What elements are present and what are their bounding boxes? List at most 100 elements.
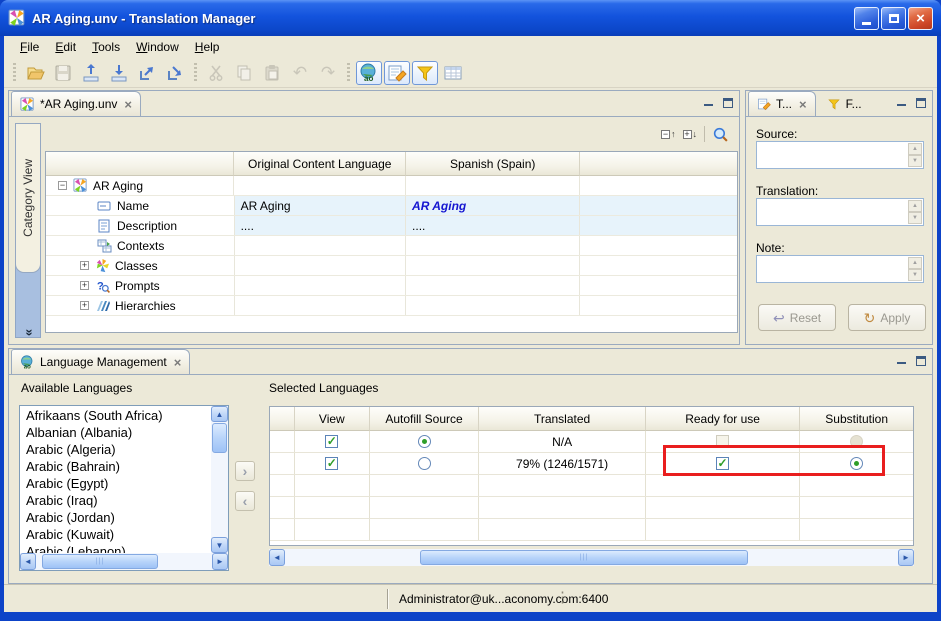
translation-editor-button[interactable] [384, 61, 410, 85]
source-field[interactable]: ▲ ▼ [756, 141, 924, 169]
cell-spanish-translated[interactable]: AR Aging [406, 196, 580, 215]
copy-button[interactable] [231, 61, 257, 85]
undo-button[interactable]: ↶ [287, 61, 313, 85]
substitution-radio[interactable] [850, 457, 863, 470]
import-translations-button[interactable] [106, 61, 132, 85]
apply-button[interactable]: ↻ Apply [848, 304, 926, 331]
export-translations-button[interactable] [78, 61, 104, 85]
col-header-spanish[interactable]: Spanish (Spain) [406, 152, 581, 176]
scroll-up-icon[interactable]: ▲ [908, 200, 922, 212]
scroll-left-icon[interactable]: ◄ [269, 549, 285, 566]
expand-toggle-icon[interactable]: + [80, 301, 89, 310]
horizontal-scrollbar[interactable]: ◄ ► [20, 553, 228, 570]
open-button[interactable] [22, 61, 48, 85]
language-row-1[interactable]: N/A [270, 431, 913, 453]
reset-button[interactable]: ↩ Reset [758, 304, 836, 331]
tab-text-editor[interactable]: T... × [748, 91, 816, 116]
cell-original[interactable] [234, 176, 406, 195]
expand-all-button[interactable]: + ↓ [683, 130, 698, 139]
substitution-radio[interactable] [850, 435, 863, 448]
view-maximize-icon[interactable] [723, 98, 733, 108]
tree-row-hierarchies[interactable]: + Hierarchies [46, 296, 737, 316]
view-maximize-icon[interactable] [916, 356, 926, 366]
cell-spanish[interactable] [406, 236, 580, 255]
list-item[interactable]: Arabic (Iraq) [20, 492, 211, 509]
col-header-translated[interactable]: Translated [479, 407, 645, 431]
tab-language-management[interactable]: ao Language Management × [11, 349, 190, 374]
cell-spanish[interactable] [406, 276, 580, 295]
list-item[interactable]: Arabic (Kuwait) [20, 526, 211, 543]
view-minimize-icon[interactable] [897, 356, 908, 366]
cell-spanish[interactable] [406, 296, 580, 315]
scroll-down-icon[interactable]: ▼ [908, 155, 922, 167]
scroll-up-icon[interactable]: ▲ [908, 143, 922, 155]
menu-file[interactable]: File [12, 37, 47, 57]
tree-row-name[interactable]: Name AR Aging AR Aging [46, 196, 737, 216]
remove-language-button[interactable]: ‹ [235, 491, 255, 511]
menu-help[interactable]: Help [187, 37, 228, 57]
collapse-all-button[interactable]: − ↑ [661, 130, 676, 139]
tree-row-prompts[interactable]: + ? Prompts [46, 276, 737, 296]
tab-close-icon[interactable]: × [799, 97, 807, 112]
scroll-right-icon[interactable]: ► [898, 549, 914, 566]
list-item[interactable]: Albanian (Albania) [20, 424, 211, 441]
maximize-button[interactable] [881, 7, 906, 30]
scroll-right-icon[interactable]: ► [212, 553, 228, 570]
scroll-left-icon[interactable]: ◄ [20, 553, 36, 570]
list-item[interactable]: Arabic (Algeria) [20, 441, 211, 458]
cell-spanish[interactable]: .... [406, 216, 580, 235]
cell-spanish[interactable] [406, 176, 580, 195]
col-header-original[interactable]: Original Content Language [234, 152, 406, 176]
scrollbar-thumb[interactable] [212, 423, 227, 453]
expand-toggle-icon[interactable]: + [80, 261, 89, 270]
ready-for-use-checkbox[interactable] [716, 435, 729, 448]
col-header-ready-for-use[interactable]: Ready for use [646, 407, 801, 431]
close-button[interactable]: × [908, 7, 933, 30]
toolbar-grip[interactable] [194, 63, 197, 83]
view-checkbox[interactable] [325, 457, 338, 470]
col-header-item[interactable] [46, 152, 234, 176]
tree-row-classes[interactable]: + Classes [46, 256, 737, 276]
tab-close-icon[interactable]: × [124, 97, 132, 112]
autofill-source-radio[interactable] [418, 457, 431, 470]
language-management-button[interactable]: ao [356, 61, 382, 85]
cell-original[interactable] [235, 236, 406, 255]
search-icon[interactable] [712, 126, 729, 143]
list-item[interactable]: Arabic (Bahrain) [20, 458, 211, 475]
expand-toggle-icon[interactable]: + [80, 281, 89, 290]
language-row-2[interactable]: 79% (1246/1571) [270, 453, 913, 475]
ready-for-use-checkbox[interactable] [716, 457, 729, 470]
cell-view-button[interactable] [440, 61, 466, 85]
list-item[interactable]: Afrikaans (South Africa) [20, 407, 211, 424]
cell-original[interactable]: .... [235, 216, 406, 235]
filter-button[interactable] [412, 61, 438, 85]
tree-row-description[interactable]: Description .... .... [46, 216, 737, 236]
cell-original[interactable] [235, 256, 406, 275]
tree-row-ar-aging[interactable]: − AR Aging [46, 176, 737, 196]
vertical-scrollbar[interactable]: ▲ ▼ [211, 406, 228, 553]
col-header-substitution[interactable]: Substitution [800, 407, 913, 431]
editor-tab-ar-aging[interactable]: *AR Aging.unv × [11, 91, 141, 116]
list-item[interactable]: Arabic (Lebanon) [20, 543, 211, 553]
view-minimize-icon[interactable] [897, 98, 908, 108]
view-checkbox[interactable] [325, 435, 338, 448]
collapse-chevron-icon[interactable]: « [21, 320, 36, 346]
cell-original[interactable] [235, 296, 406, 315]
scroll-down-icon[interactable]: ▼ [211, 537, 228, 553]
cell-original[interactable] [235, 276, 406, 295]
autofill-source-radio[interactable] [418, 435, 431, 448]
cell-original[interactable]: AR Aging [235, 196, 406, 215]
cut-button[interactable] [203, 61, 229, 85]
table-horizontal-scrollbar[interactable]: ◄ ► [269, 549, 914, 566]
redo-button[interactable]: ↷ [315, 61, 341, 85]
toolbar-grip[interactable] [347, 63, 350, 83]
menu-edit[interactable]: Edit [47, 37, 84, 57]
menu-tools[interactable]: Tools [84, 37, 128, 57]
view-minimize-icon[interactable] [704, 98, 715, 108]
export-to-file-button[interactable] [134, 61, 160, 85]
collapse-toggle-icon[interactable]: − [58, 181, 67, 190]
view-maximize-icon[interactable] [916, 98, 926, 108]
tab-filter[interactable]: F... [818, 91, 871, 116]
note-field[interactable]: ▲ ▼ [756, 255, 924, 283]
minimize-button[interactable] [854, 7, 879, 30]
